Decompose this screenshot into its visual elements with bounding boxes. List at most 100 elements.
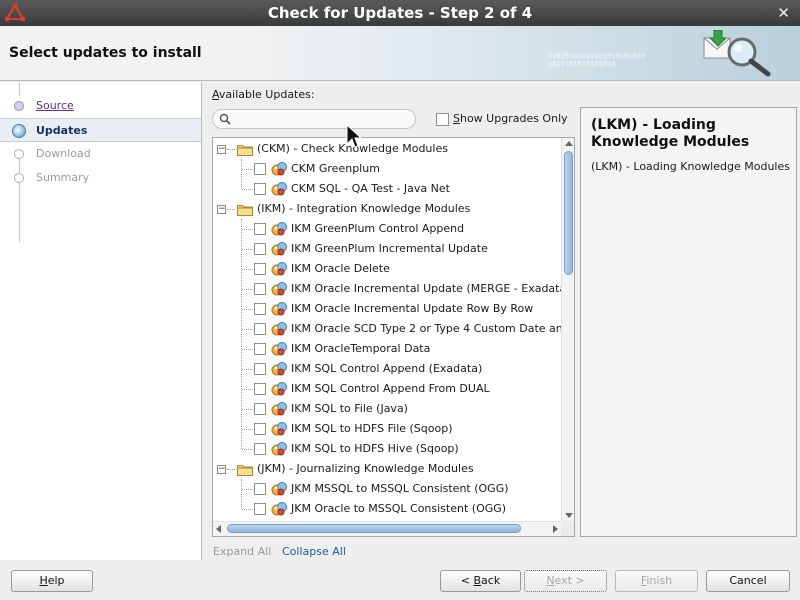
tree-item-label: IKM SQL Control Append (Exadata) — [291, 362, 483, 375]
update-item-icon — [271, 281, 287, 297]
search-icon — [219, 113, 231, 125]
vertical-scrollbar[interactable] — [561, 138, 574, 521]
item-checkbox[interactable] — [254, 423, 266, 435]
tree-connector — [242, 329, 253, 330]
help-button[interactable]: Help — [11, 570, 93, 592]
step-summary-dot-icon — [14, 173, 24, 183]
horizontal-scrollbar[interactable] — [213, 521, 561, 536]
show-upgrades-label: how Upgrades Only — [459, 112, 568, 125]
update-item-icon — [271, 481, 287, 497]
step-source[interactable]: Source — [0, 94, 201, 118]
item-checkbox[interactable] — [254, 503, 266, 515]
item-checkbox[interactable] — [254, 323, 266, 335]
tree-connector — [242, 169, 253, 170]
finish-label: inish — [646, 574, 673, 587]
tree-item-row[interactable]: IKM SQL to File (Java) — [213, 399, 561, 419]
back-button[interactable]: < Back — [440, 570, 521, 592]
step-download: Download — [0, 142, 201, 166]
tree-item-row[interactable]: IKM Oracle Incremental Update Row By Row — [213, 299, 561, 319]
item-checkbox[interactable] — [254, 443, 266, 455]
step-updates-dot-icon — [12, 124, 26, 138]
show-upgrades-only-checkbox[interactable]: Show Upgrades Only — [436, 112, 568, 126]
back-prefix: < — [460, 574, 474, 587]
next-label: ext > — [554, 574, 585, 587]
tree-item-row[interactable]: IKM OracleTemporal Data — [213, 339, 561, 359]
tree-item-label: IKM GreenPlum Control Append — [291, 222, 465, 235]
expander-icon[interactable]: − — [217, 205, 226, 214]
scroll-down-icon[interactable] — [565, 513, 573, 518]
tree-group-label: (JKM) - Journalizing Knowledge Modules — [257, 462, 474, 475]
header-banner: Select updates to install 01010101010101… — [0, 26, 800, 81]
tree-connector — [242, 349, 253, 350]
tree-item-row[interactable]: IKM Oracle SCD Type 2 or Type 4 Custom D… — [213, 319, 561, 339]
tree-item-label: IKM Oracle Incremental Update (MERGE - E… — [291, 282, 561, 295]
scroll-up-icon[interactable] — [565, 141, 573, 146]
tree-connector — [242, 409, 253, 410]
cancel-button[interactable]: Cancel — [706, 570, 790, 592]
item-checkbox[interactable] — [254, 163, 266, 175]
update-item-icon — [271, 181, 287, 197]
search-input[interactable] — [237, 112, 407, 126]
back-mnemonic: B — [473, 574, 482, 587]
tree-connector — [242, 229, 253, 230]
update-item-icon — [271, 301, 287, 317]
tree-item-label: IKM GreenPlum Incremental Update — [291, 242, 488, 255]
scrollbar-corner — [561, 521, 574, 536]
vertical-scroll-thumb[interactable] — [564, 151, 573, 275]
item-checkbox[interactable] — [254, 363, 266, 375]
show-upgrades-only-box[interactable] — [436, 112, 449, 126]
tree-item-row[interactable]: IKM Oracle Delete — [213, 259, 561, 279]
close-icon[interactable]: ✕ — [777, 4, 790, 22]
update-item-icon — [271, 441, 287, 457]
horizontal-scroll-thumb[interactable] — [227, 524, 521, 533]
tree-connector — [242, 269, 253, 270]
collapse-all-link[interactable]: Collapse All — [282, 545, 346, 558]
update-item-icon — [271, 161, 287, 177]
tree-item-row[interactable]: IKM SQL to HDFS Hive (Sqoop) — [213, 439, 561, 459]
item-checkbox[interactable] — [254, 383, 266, 395]
item-checkbox[interactable] — [254, 403, 266, 415]
tree-connector — [242, 189, 253, 190]
tree-item-row[interactable]: CKM Greenplum — [213, 159, 561, 179]
tree-item-row[interactable]: IKM SQL to HDFS File (Sqoop) — [213, 419, 561, 439]
item-checkbox[interactable] — [254, 303, 266, 315]
item-checkbox[interactable] — [254, 263, 266, 275]
banner-binary-decoration: 01010101010101010101010 1010101010101010 — [548, 52, 645, 68]
help-label: elp — [47, 574, 65, 587]
step-source-dot-icon — [14, 101, 24, 111]
search-field[interactable] — [212, 109, 416, 129]
tree-group-row[interactable]: − (JKM) - Journalizing Knowledge Modules — [213, 459, 561, 479]
item-checkbox[interactable] — [254, 243, 266, 255]
tree-item-row[interactable]: IKM GreenPlum Control Append — [213, 219, 561, 239]
scroll-right-icon[interactable] — [553, 525, 558, 533]
tree-item-row[interactable]: CKM SQL - QA Test - Java Net — [213, 179, 561, 199]
step-updates-label: Updates — [36, 124, 88, 137]
tree-connector — [242, 429, 253, 430]
item-checkbox[interactable] — [254, 223, 266, 235]
item-checkbox[interactable] — [254, 183, 266, 195]
updates-tree[interactable]: − (CKM) - Check Knowledge Modules CKM Gree… — [213, 138, 561, 521]
expander-icon[interactable]: − — [217, 145, 226, 154]
expander-icon[interactable]: − — [217, 465, 226, 474]
tree-item-row[interactable]: IKM GreenPlum Incremental Update — [213, 239, 561, 259]
tree-connector — [227, 149, 235, 150]
tree-item-label: JKM Oracle to MSSQL Consistent (OGG) — [291, 502, 507, 515]
tree-item-row[interactable]: JKM Oracle to MSSQL Consistent (OGG) — [213, 499, 561, 519]
tree-item-row[interactable]: IKM Oracle Incremental Update (MERGE - E… — [213, 279, 561, 299]
scroll-left-icon[interactable] — [216, 525, 221, 533]
tree-group-row[interactable]: − (IKM) - Integration Knowledge Modules — [213, 199, 561, 219]
tree-group-row[interactable]: − (CKM) - Check Knowledge Modules — [213, 139, 561, 159]
tree-item-row[interactable]: JKM MSSQL to MSSQL Consistent (OGG) — [213, 479, 561, 499]
updates-tree-panel: − (CKM) - Check Knowledge Modules CKM Gree… — [212, 137, 575, 537]
description-panel: (LKM) - Loading Knowledge Modules (LKM) … — [580, 107, 797, 537]
folder-icon — [237, 203, 253, 216]
tree-item-label: IKM SQL to HDFS File (Sqoop) — [291, 422, 453, 435]
tree-item-row[interactable]: IKM SQL Control Append (Exadata) — [213, 359, 561, 379]
tree-item-row[interactable]: IKM SQL Control Append From DUAL — [213, 379, 561, 399]
tree-item-label: IKM OracleTemporal Data — [291, 342, 431, 355]
item-checkbox[interactable] — [254, 283, 266, 295]
item-checkbox[interactable] — [254, 483, 266, 495]
item-checkbox[interactable] — [254, 343, 266, 355]
window-title: Check for Updates - Step 2 of 4 — [267, 4, 533, 22]
help-mnemonic: H — [39, 574, 48, 587]
